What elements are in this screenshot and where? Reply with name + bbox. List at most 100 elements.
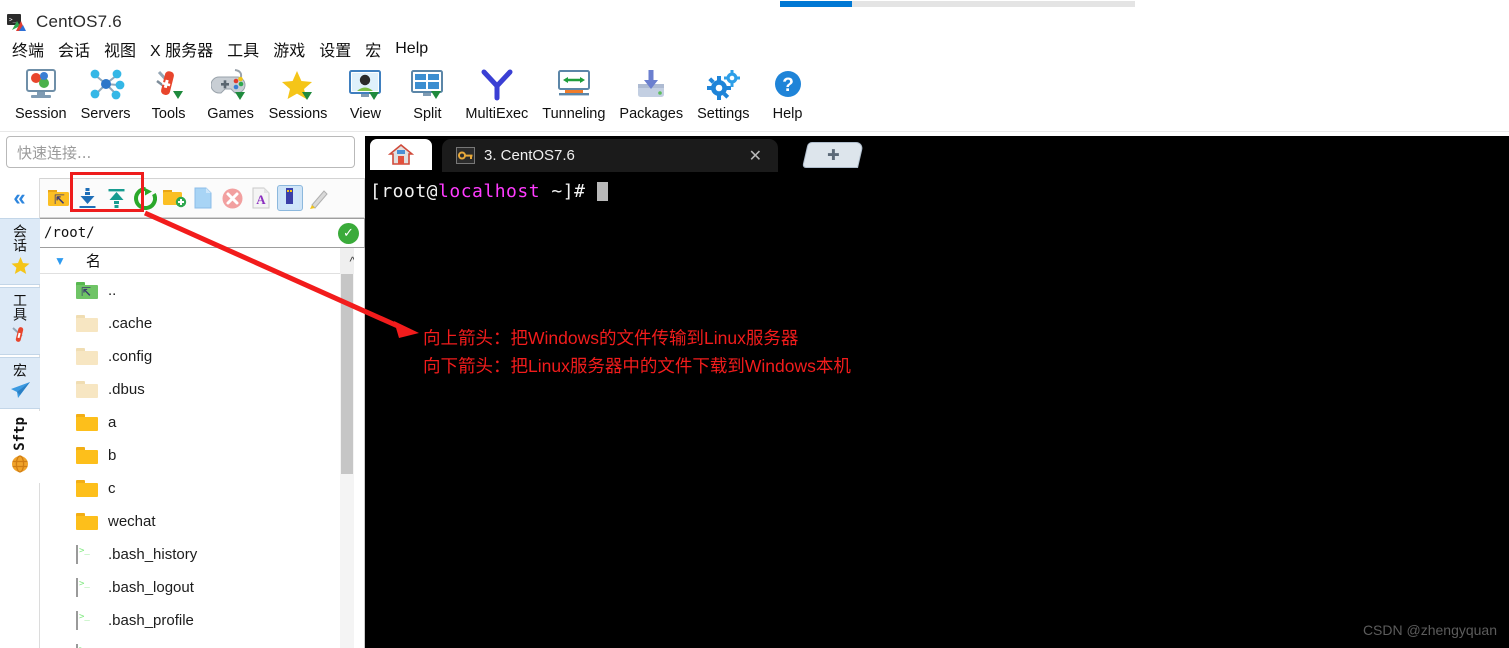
top-progress-strip: [0, 0, 1509, 8]
star-icon: [11, 256, 30, 279]
menu-tools[interactable]: 工具: [220, 36, 266, 62]
parent-folder-icon: ⇱: [76, 282, 98, 299]
paper-plane-icon: [10, 381, 31, 403]
new-file-icon[interactable]: [190, 185, 216, 211]
list-item[interactable]: [40, 637, 340, 648]
toolbar-button-sessions[interactable]: Sessions: [262, 62, 335, 122]
toolbar-button-split[interactable]: Split: [396, 62, 458, 122]
text-mode-icon[interactable]: A: [248, 185, 274, 211]
scrollbar-thumb[interactable]: [341, 274, 353, 474]
column-header-name[interactable]: 名: [86, 250, 101, 271]
close-x-icon[interactable]: ✕: [749, 146, 762, 166]
sftp-file-list[interactable]: ⇱ .. .cache .config .dbus a b c wechat >…: [40, 274, 340, 648]
tunnel-arrows-icon: [552, 65, 596, 105]
menu-macros[interactable]: 宏: [358, 36, 388, 62]
sftp-browser-panel: ⇱ A /root/ ✓ ▼ 名 ^ ⇱ .. .cache .config .…: [40, 178, 365, 648]
list-item[interactable]: .dbus: [40, 373, 340, 406]
left-sidebar-strip: « 会话 工具 宏 Sftp: [0, 178, 40, 648]
upload-file-icon[interactable]: [103, 185, 129, 211]
vtab-label-sftp: Sftp: [12, 417, 28, 451]
shell-file-icon: [76, 545, 98, 564]
vtab-sessions[interactable]: 会话: [0, 218, 40, 285]
toolbar-button-settings[interactable]: Settings: [690, 62, 756, 122]
green-check-icon[interactable]: ✓: [338, 222, 359, 244]
menu-view[interactable]: 视图: [97, 36, 143, 62]
toolbar-label-view: View: [349, 106, 381, 122]
delete-icon[interactable]: [219, 185, 245, 211]
refresh-icon[interactable]: [132, 185, 158, 211]
toolbar-label-packages: Packages: [619, 106, 684, 122]
watermark-text: CSDN @zhengyquan: [1362, 622, 1497, 638]
file-name: ..: [108, 282, 117, 299]
edit-pencil-icon[interactable]: [306, 185, 332, 211]
list-item[interactable]: .bash_logout: [40, 571, 340, 604]
list-item[interactable]: ⇱ ..: [40, 274, 340, 307]
tab-home[interactable]: [370, 139, 432, 170]
menu-settings[interactable]: 设置: [312, 36, 358, 62]
toolbar-label-session: Session: [15, 106, 67, 122]
toolbar-button-tools[interactable]: Tools: [138, 62, 200, 122]
file-name: .bash_history: [108, 546, 198, 563]
list-item[interactable]: .bash_history: [40, 538, 340, 571]
question-circle-icon: ?: [766, 65, 810, 105]
prompt-prefix: [root@: [370, 181, 439, 202]
new-folder-icon[interactable]: [161, 185, 187, 211]
sftp-path-input[interactable]: /root/ ✓: [40, 218, 365, 248]
toolbar-button-servers[interactable]: Servers: [74, 62, 138, 122]
list-item[interactable]: b: [40, 439, 340, 472]
folder-icon: [76, 414, 98, 431]
vtab-label-tools: 工具: [12, 293, 28, 321]
vtab-macros[interactable]: 宏: [0, 357, 40, 409]
menu-help[interactable]: Help: [388, 39, 435, 59]
list-item[interactable]: a: [40, 406, 340, 439]
toolbar-button-multiexec[interactable]: MultiExec: [458, 62, 535, 122]
star-icon: [276, 65, 320, 105]
vtab-sftp[interactable]: Sftp: [0, 411, 40, 483]
file-name: c: [108, 480, 116, 497]
terminal-tab-bar: 3. CentOS7.6 ✕ ✚: [365, 136, 1509, 172]
progress-fill: [780, 1, 852, 7]
sort-descending-triangle[interactable]: ▼: [54, 254, 66, 268]
quick-connect-input[interactable]: 快速连接...: [6, 136, 355, 168]
list-item[interactable]: .bash_profile: [40, 604, 340, 637]
double-chevron-left-icon[interactable]: «: [0, 178, 39, 218]
list-item[interactable]: .config: [40, 340, 340, 373]
download-file-icon[interactable]: [74, 185, 100, 211]
menu-terminal[interactable]: 终端: [5, 36, 51, 62]
globe-icon: [11, 455, 29, 477]
fork-branch-icon: [475, 65, 519, 105]
toolbar-button-games[interactable]: Games: [200, 62, 262, 122]
terminal-cursor: [596, 182, 608, 201]
session-monitor-icon: [19, 65, 63, 105]
folder-icon: [76, 315, 98, 332]
parent-folder-icon[interactable]: ⇱: [45, 185, 71, 211]
toolbar-label-games: Games: [207, 106, 254, 122]
file-name: .bash_profile: [108, 612, 194, 629]
toolbar-button-tunneling[interactable]: Tunneling: [535, 62, 612, 122]
sftp-panel-edge: [354, 248, 365, 648]
package-download-icon: [629, 65, 673, 105]
tab-centos76[interactable]: 3. CentOS7.6 ✕: [442, 139, 778, 172]
toolbar-button-session[interactable]: Session: [8, 62, 74, 122]
toolbar-label-multiexec: MultiExec: [465, 106, 529, 122]
terminal-output[interactable]: [root@localhost ~]# CSDN @zhengyquan: [365, 172, 1509, 648]
menu-session[interactable]: 会话: [51, 36, 97, 62]
menu-xserver[interactable]: X 服务器: [143, 36, 220, 62]
sftp-scrollbar[interactable]: [340, 274, 354, 648]
prompt-suffix: ~]#: [540, 181, 597, 202]
toolbar-label-split: Split: [413, 106, 442, 122]
vtab-tools[interactable]: 工具: [0, 287, 40, 355]
list-item[interactable]: .cache: [40, 307, 340, 340]
home-icon: [388, 143, 414, 165]
toolbar-button-packages[interactable]: Packages: [612, 62, 690, 122]
bookmark-icon[interactable]: [277, 185, 303, 211]
shell-file-icon: [76, 611, 98, 630]
tab-label: 3. CentOS7.6: [484, 147, 575, 164]
toolbar-button-help[interactable]: ? Help: [757, 62, 819, 122]
list-item[interactable]: wechat: [40, 505, 340, 538]
list-item[interactable]: c: [40, 472, 340, 505]
toolbar-button-view[interactable]: View: [334, 62, 396, 122]
sftp-toolbar: ⇱ A: [40, 178, 365, 218]
menu-games[interactable]: 游戏: [266, 36, 312, 62]
new-tab-button[interactable]: ✚: [801, 142, 865, 168]
